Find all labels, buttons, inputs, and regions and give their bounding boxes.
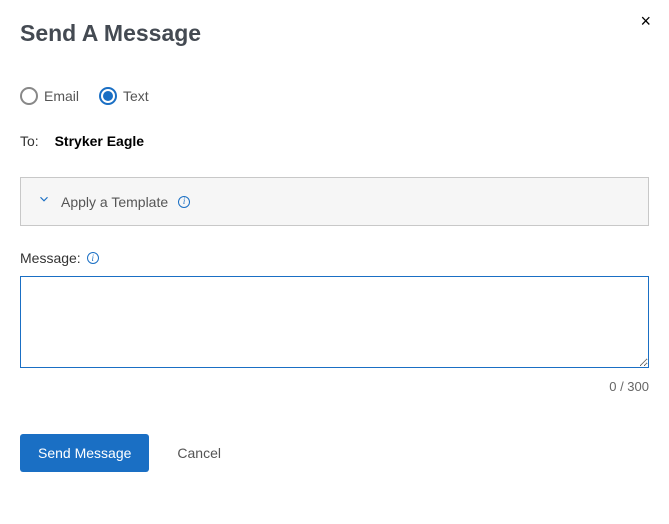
close-icon: × (640, 11, 651, 31)
message-label: Message: (20, 250, 81, 266)
radio-email[interactable]: Email (20, 87, 79, 105)
chevron-down-icon (37, 192, 51, 211)
message-textarea[interactable] (20, 276, 649, 368)
info-icon[interactable]: i (178, 196, 190, 208)
info-icon[interactable]: i (87, 252, 99, 264)
channel-radio-group: Email Text (20, 87, 649, 105)
cancel-link[interactable]: Cancel (177, 445, 221, 461)
radio-text[interactable]: Text (99, 87, 149, 105)
recipient-name: Stryker Eagle (55, 133, 145, 149)
apply-template-label: Apply a Template (61, 194, 168, 210)
radio-label-email: Email (44, 88, 79, 104)
close-button[interactable]: × (640, 12, 651, 30)
radio-icon (99, 87, 117, 105)
footer-actions: Send Message Cancel (20, 434, 649, 472)
radio-icon (20, 87, 38, 105)
to-label: To: (20, 133, 39, 149)
radio-label-text: Text (123, 88, 149, 104)
character-counter: 0 / 300 (20, 379, 649, 394)
send-message-button[interactable]: Send Message (20, 434, 149, 472)
dialog-title: Send A Message (20, 20, 201, 47)
recipient-row: To: Stryker Eagle (20, 133, 649, 149)
message-label-row: Message: i (20, 250, 649, 266)
apply-template-panel[interactable]: Apply a Template i (20, 177, 649, 226)
